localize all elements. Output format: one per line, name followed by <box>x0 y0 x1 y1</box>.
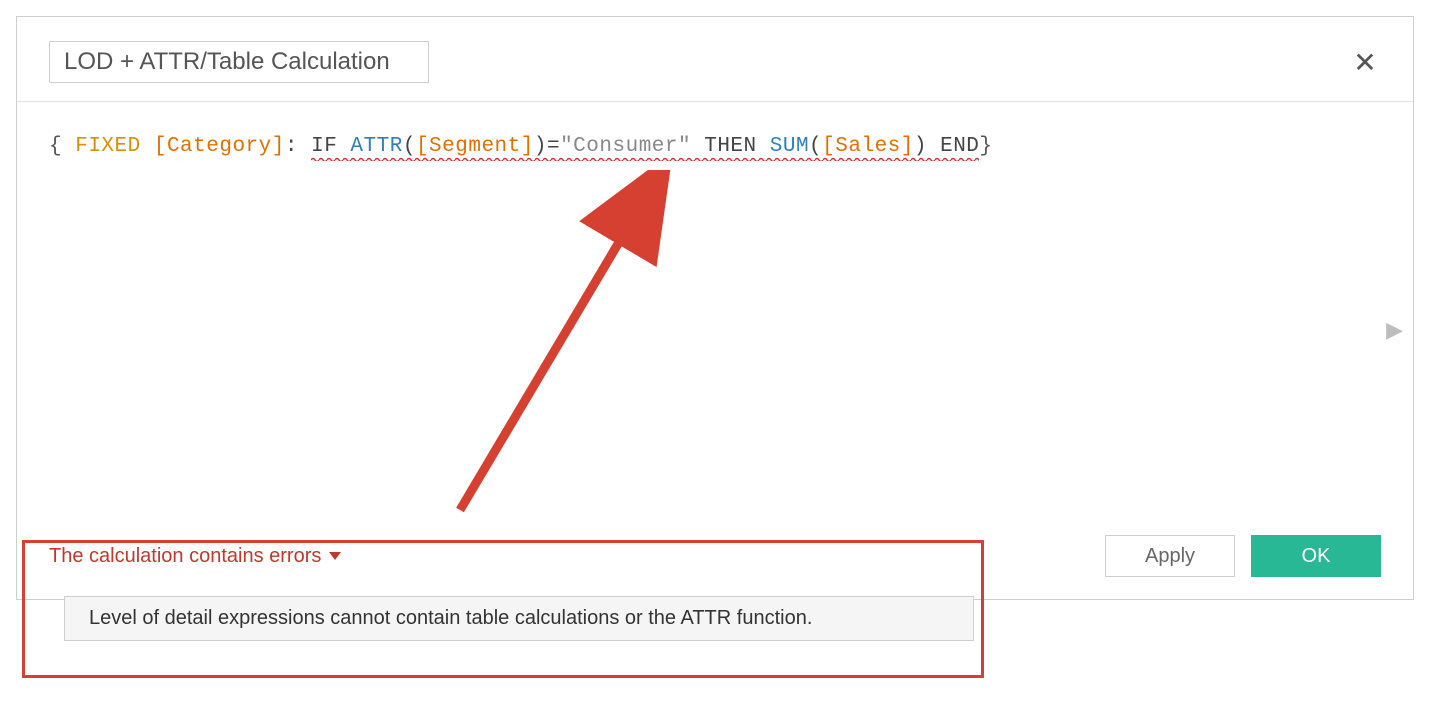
brace-open: { <box>49 135 75 158</box>
literal-consumer: "Consumer" <box>560 135 691 158</box>
brace-close: } <box>979 135 992 158</box>
field-sales: [Sales] <box>822 135 914 158</box>
paren-open-1: ( <box>403 135 416 158</box>
error-detail-tooltip: Level of detail expressions cannot conta… <box>64 596 974 641</box>
dialog-footer: The calculation contains errors Apply OK <box>17 517 1413 599</box>
formula-editor[interactable]: { FIXED [Category]: IF ATTR([Segment])="… <box>17 102 1413 192</box>
paren-open-2: ( <box>809 135 822 158</box>
fn-attr: ATTR <box>350 135 402 158</box>
keyword-end: END <box>927 135 979 158</box>
apply-button[interactable]: Apply <box>1105 535 1235 577</box>
error-summary-text: The calculation contains errors <box>49 545 321 568</box>
calc-name-input[interactable]: LOD + ATTR/Table Calculation <box>49 41 429 83</box>
paren-close-1: ) <box>534 135 547 158</box>
dialog-buttons: Apply OK <box>1105 535 1381 577</box>
calc-editor-dialog: LOD + ATTR/Table Calculation ✕ { FIXED [… <box>16 16 1414 600</box>
keyword-if: IF <box>311 135 350 158</box>
chevron-down-icon <box>329 552 341 560</box>
fn-sum: SUM <box>770 135 809 158</box>
colon: : <box>285 135 311 158</box>
close-icon[interactable]: ✕ <box>1349 46 1381 78</box>
dialog-header: LOD + ATTR/Table Calculation ✕ <box>17 17 1413 102</box>
keyword-fixed: FIXED <box>75 135 154 158</box>
ok-button[interactable]: OK <box>1251 535 1381 577</box>
paren-close-2: ) <box>914 135 927 158</box>
keyword-then: THEN <box>691 135 770 158</box>
equals: = <box>547 135 560 158</box>
field-category: [Category] <box>154 135 285 158</box>
expand-pane-icon[interactable]: ▶ <box>1386 317 1403 343</box>
field-segment: [Segment] <box>416 135 534 158</box>
error-summary-toggle[interactable]: The calculation contains errors <box>49 545 341 568</box>
